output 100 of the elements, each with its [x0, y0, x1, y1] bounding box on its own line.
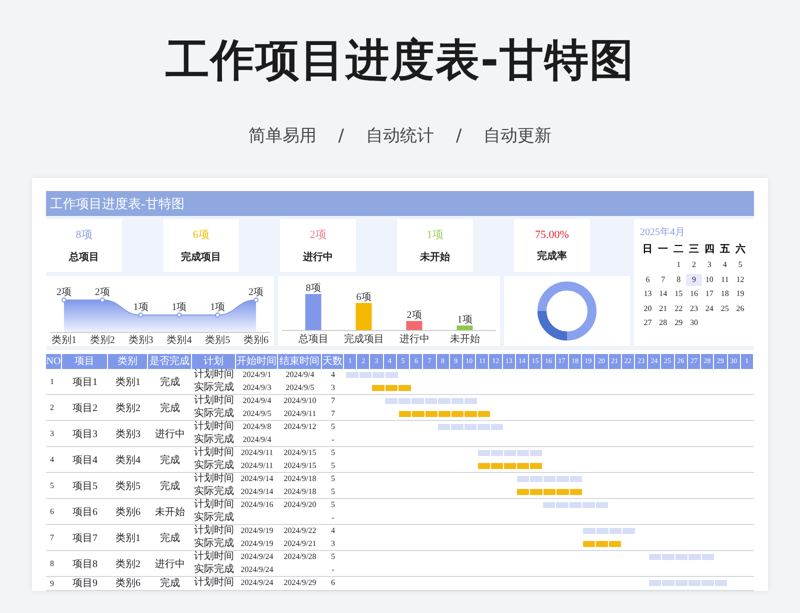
data-point	[138, 312, 144, 318]
calendar-day[interactable]: 4	[717, 259, 733, 272]
gantt-bar	[517, 488, 583, 495]
calendar-day[interactable]: 15	[670, 288, 686, 300]
table-cell-text: 实际完成	[193, 460, 235, 472]
gantt-bar	[648, 554, 715, 560]
calendar-day[interactable]: 5	[732, 259, 748, 272]
table-cell-text: 计划时间	[193, 369, 235, 382]
table-cell-text: 类别2	[114, 402, 142, 416]
table-cell-text: 项目3	[72, 428, 98, 442]
calendar-day[interactable]: 2	[686, 259, 702, 272]
data-point	[176, 312, 182, 318]
value-label: 6项	[356, 292, 372, 303]
calendar-day[interactable]: 7	[655, 274, 671, 286]
stat-value: 2项	[310, 228, 326, 242]
table-cell-text: 2024/9/8	[242, 421, 272, 433]
column-header: NO	[46, 354, 62, 369]
gantt-bar	[517, 476, 583, 482]
calendar-day[interactable]: 11	[717, 274, 733, 286]
table-cell-text: 5	[330, 421, 336, 433]
table-cell-text: 2024/9/12	[282, 421, 318, 433]
weekday-label: 二	[672, 243, 685, 257]
table-cell-text: 5	[330, 551, 336, 563]
gantt-bar	[543, 502, 610, 508]
calendar-day[interactable]: 9	[686, 274, 702, 286]
calendar-day[interactable]: 3	[702, 259, 718, 272]
axis-label: 未开始	[450, 334, 480, 344]
weekday-label: 五	[718, 243, 731, 257]
gantt-bar	[372, 384, 412, 391]
table-cell-text: 类别6	[114, 506, 142, 520]
stat-value: 75.00%	[535, 228, 569, 240]
table-cell-text: 未开始	[154, 506, 186, 520]
axis-label: 完成项目	[344, 334, 384, 344]
table-cell-text: 计划时间	[193, 473, 235, 486]
value-label: 2项	[94, 287, 110, 298]
calendar-day[interactable]: 28	[655, 317, 671, 330]
calendar-day[interactable]: 14	[655, 288, 671, 300]
calendar-day[interactable]: 1	[670, 259, 686, 272]
bar	[305, 294, 322, 330]
table-cell-text: 进行中	[154, 558, 186, 572]
calendar-day[interactable]: 24	[702, 302, 718, 315]
calendar-day[interactable]: 13	[640, 288, 656, 300]
calendar-day[interactable]: 10	[702, 274, 718, 286]
stat-value: 8项	[76, 228, 92, 242]
table-cell-text: 2024/9/11	[240, 460, 274, 472]
table-cell-text: 类别1	[114, 376, 142, 390]
calendar-day[interactable]: 6	[640, 274, 656, 286]
donut-chart-drawing	[536, 280, 598, 342]
column-header: 天数	[322, 354, 344, 369]
separator: /	[338, 126, 344, 146]
table-cell-text: 2024/9/20	[282, 499, 318, 511]
table-cell-text: 完成	[159, 454, 181, 468]
calendar-day[interactable]: 22	[670, 302, 686, 315]
table-cell-text: 项目6	[72, 506, 98, 520]
column-header: 开始时间	[236, 354, 278, 369]
value-label: 2项	[56, 287, 72, 298]
calendar-day[interactable]: 29	[670, 317, 686, 330]
calendar-day[interactable]: 30	[686, 317, 702, 330]
calendar-day[interactable]: 8	[670, 274, 686, 286]
calendar-day[interactable]: 18	[717, 288, 733, 300]
column-header: 类别	[108, 354, 148, 369]
calendar-day[interactable]: 27	[640, 317, 656, 330]
table-cell-text: 类别4	[114, 454, 142, 468]
weekday-label: 四	[703, 243, 716, 257]
table-cell-text: 5	[330, 486, 336, 498]
table-cell-text: 3	[330, 382, 336, 394]
table-cell-text: 类别2	[114, 558, 142, 572]
table-cell-text: 计划时间	[193, 551, 235, 564]
table-cell-text: 5	[330, 447, 336, 459]
stat-label: 总项目	[69, 250, 99, 264]
weekday-label: 一	[657, 243, 670, 257]
data-point	[100, 298, 105, 302]
gantt-bar	[582, 540, 622, 547]
table-cell-text: 类别3	[114, 428, 142, 442]
table-cell-text: 计划时间	[193, 577, 235, 590]
table-cell-text: 2024/9/24	[240, 577, 274, 589]
table-cell-text: 2024/9/11	[240, 447, 274, 459]
calendar-day[interactable]: 23	[686, 302, 702, 315]
table-cell-text: 2024/9/4	[242, 395, 272, 407]
calendar-day[interactable]: 25	[717, 302, 733, 315]
value-label: 2项	[248, 287, 264, 298]
calendar-day[interactable]: 21	[655, 302, 671, 315]
table-cell-text: 5	[49, 480, 55, 492]
bar	[406, 321, 422, 330]
value-label: 1项	[133, 302, 148, 313]
table-cell-text: 完成	[159, 577, 181, 590]
calendar-day[interactable]: 19	[732, 288, 748, 300]
table-cell-text: -	[330, 434, 336, 446]
table-cell-text: 项目7	[72, 532, 98, 546]
calendar-day[interactable]: 12	[732, 274, 748, 286]
table-cell-text: 2024/9/3	[242, 382, 272, 394]
calendar-day[interactable]: 26	[732, 302, 748, 315]
axis-label: 进行中	[399, 334, 430, 344]
table-cell-text: 计划时间	[193, 499, 235, 512]
calendar-day[interactable]: 17	[702, 288, 718, 300]
calendar-day[interactable]: 20	[640, 302, 656, 315]
table-cell-text: 计划时间	[193, 525, 235, 538]
table-cell-text: 7	[330, 395, 336, 407]
calendar-day[interactable]: 16	[686, 288, 702, 300]
table-cell-text: 项目4	[72, 454, 98, 468]
